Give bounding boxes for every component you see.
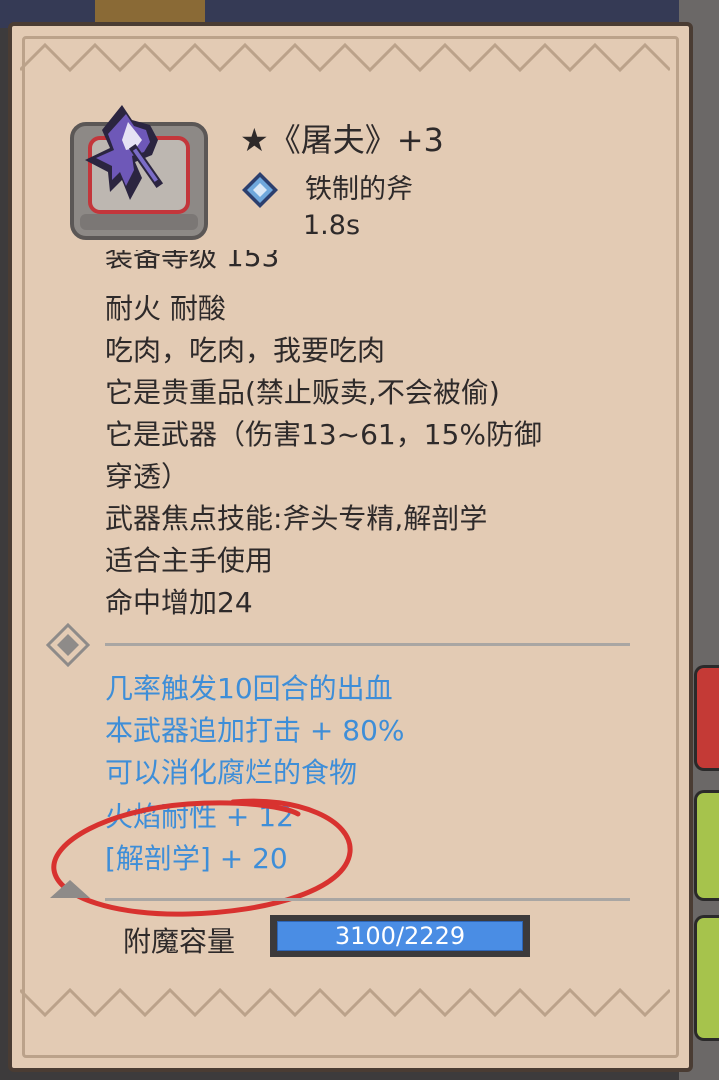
enchant-capacity-value: 3100/2229 [334,922,466,950]
collapse-arrow-icon[interactable] [48,878,92,900]
item-type: 铁制的斧 [305,174,413,205]
blue-gem-icon [242,172,278,208]
diamond-icon [46,623,90,667]
bottom-divider [105,898,630,901]
top-zigzag-border [20,42,670,73]
side-button-red[interactable] [694,665,719,771]
bonus-extra-strike: 本武器追加打击 + 80% [105,714,405,747]
weapon-damage-cont: 穿透） [105,460,190,493]
enchant-capacity-label: 附魔容量 [123,925,236,958]
hit-bonus: 命中增加24 [105,586,253,619]
bonus-bleed: 几率触发10回合的出血 [105,672,393,705]
side-button-green-2[interactable] [694,915,719,1041]
item-title: ★《屠夫》+3 [240,121,444,159]
attack-speed: 1.8s [303,210,361,241]
resistances: 耐火 耐酸 [105,292,226,325]
enchant-capacity-bar: 3100/2229 [270,915,530,957]
hand-usage: 适合主手使用 [105,544,274,577]
focus-skills: 武器焦点技能:斧头专精,解剖学 [105,502,488,535]
equipment-level: 装备等级 153 [105,250,280,273]
bottom-zigzag-border [20,987,670,1018]
item-slot-base [80,214,198,230]
bonus-rotten-food: 可以消化腐烂的食物 [105,756,358,789]
flavor-text: 吃肉，吃肉，我要吃肉 [105,334,386,367]
weapon-damage: 它是武器（伤害13~61，15%防御 [105,418,542,451]
axe-icon [85,105,164,200]
side-button-green[interactable] [694,790,719,901]
valuable-note: 它是贵重品(禁止贩卖,不会被偷) [105,376,500,409]
section-divider [105,643,630,646]
